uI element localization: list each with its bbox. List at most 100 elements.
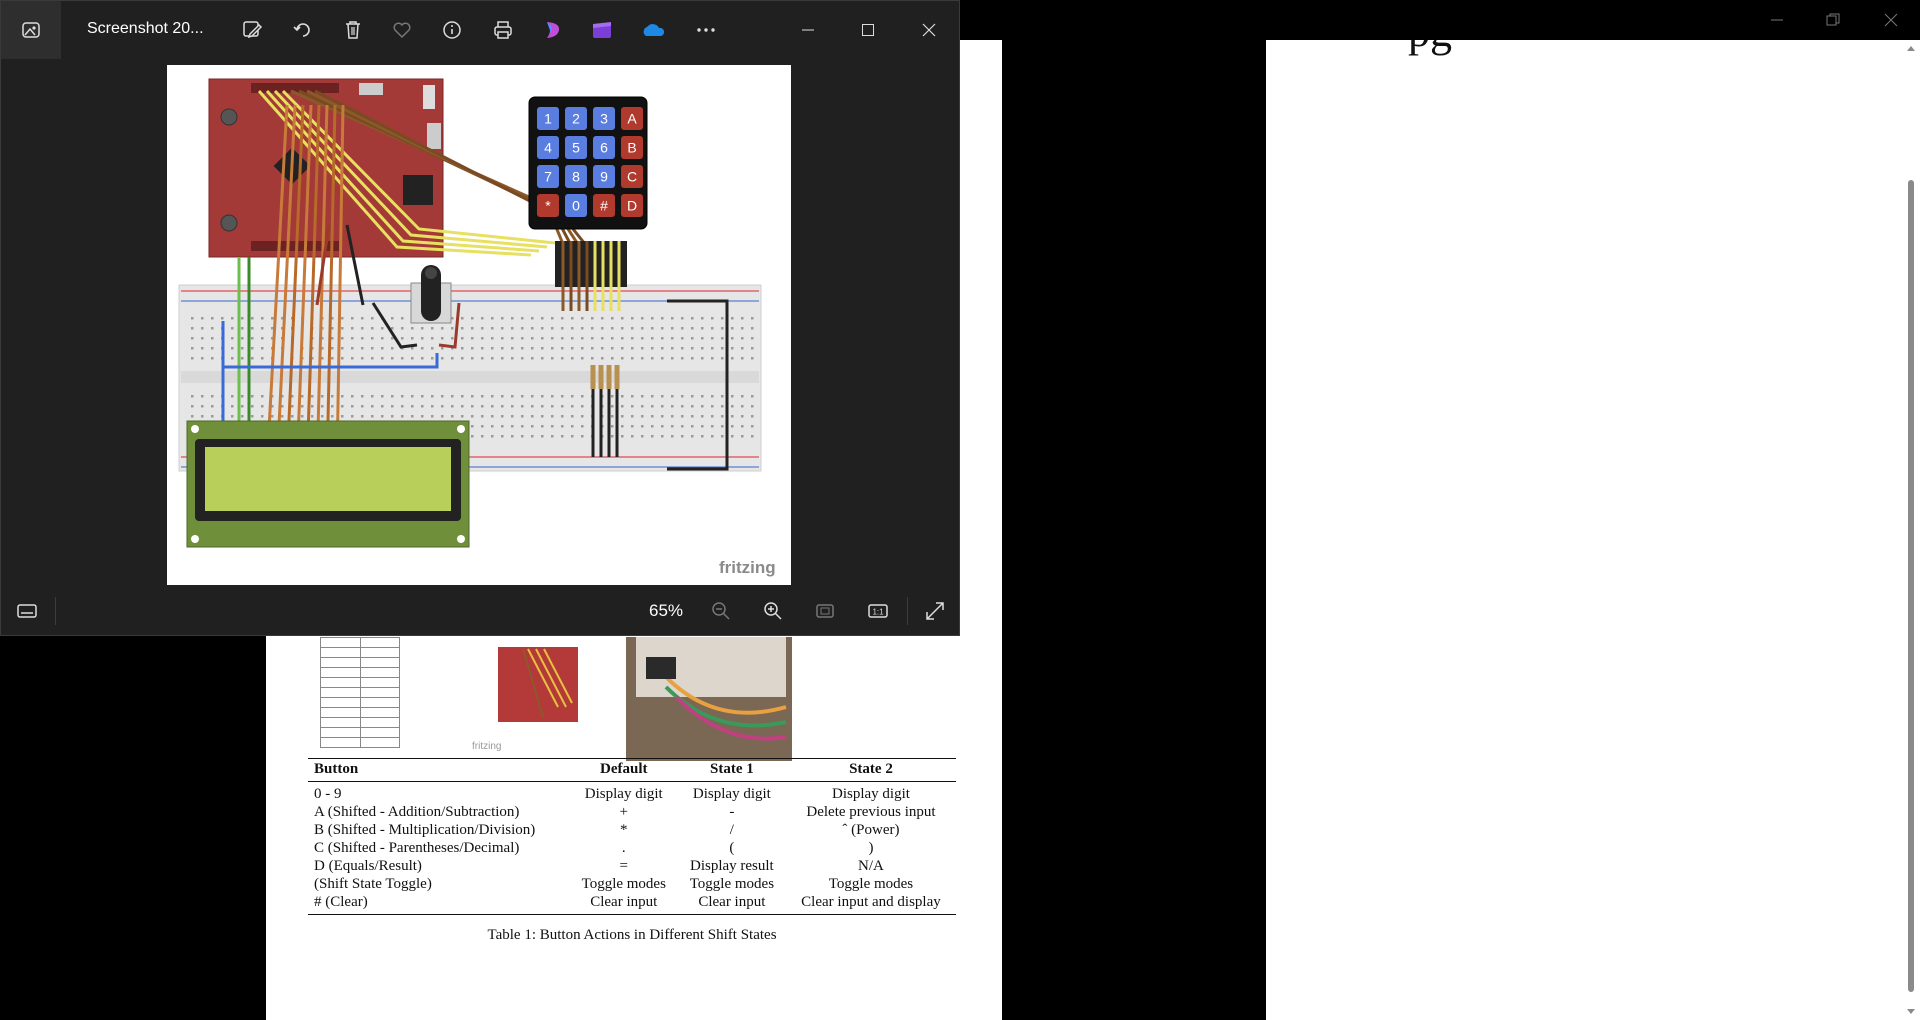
- edit-image-button[interactable]: [236, 14, 268, 46]
- photos-app-window: Screenshot 20... 1 2 3 A 4 5 6 B 7 8 9 C…: [0, 0, 960, 636]
- edit-icon: [243, 21, 263, 39]
- table-cell: # (Clear): [308, 893, 570, 915]
- table-cell: Clear input: [677, 893, 786, 915]
- table-cell: +: [619, 804, 628, 820]
- info-icon: [443, 21, 461, 39]
- delete-button[interactable]: [337, 14, 369, 46]
- maximize-icon: [862, 24, 874, 36]
- table-cell: N/A: [858, 858, 884, 874]
- keypad-key-label: 1: [544, 111, 552, 127]
- more-options-button[interactable]: [690, 14, 722, 46]
- table-header: Default: [569, 758, 678, 782]
- close-button[interactable]: [913, 14, 945, 46]
- table-caption: Table 1: Button Actions in Different Shi…: [487, 927, 777, 943]
- minimize-button[interactable]: [792, 14, 824, 46]
- delete-icon: [346, 21, 360, 39]
- displayed-image[interactable]: 1 2 3 A 4 5 6 B 7 8 9 C * 0 # D fritzing: [167, 65, 791, 585]
- bg-close-button[interactable]: [1874, 6, 1908, 34]
- table-cell: 0 - 9: [314, 786, 342, 802]
- table-header: State 2: [785, 758, 956, 782]
- table-row: (Shift State Toggle) Toggle modes Toggle…: [308, 875, 956, 893]
- circuit-thumbnail: fritzing: [468, 637, 608, 752]
- photos-app-icon[interactable]: [1, 1, 61, 59]
- fullscreen-button[interactable]: [919, 595, 951, 627]
- zoom-level[interactable]: 65%: [649, 601, 683, 621]
- keypad-key-label: A: [627, 111, 637, 127]
- favorite-button[interactable]: [386, 14, 418, 46]
- table-cell: *: [620, 822, 628, 838]
- print-button[interactable]: [487, 14, 519, 46]
- table-cell: =: [619, 858, 628, 874]
- keypad-key-label: #: [600, 198, 608, 214]
- keypad-key-label: 2: [572, 111, 580, 127]
- table-row: # (Clear) Clear input Clear input Clear …: [308, 893, 956, 915]
- keypad-key-label: *: [545, 198, 551, 214]
- keypad-key-label: 7: [544, 169, 552, 185]
- zoom-in-button[interactable]: [757, 595, 789, 627]
- onedrive-icon: [643, 24, 665, 36]
- bg-restore-button[interactable]: [1816, 6, 1850, 34]
- lcd-display: [186, 420, 470, 548]
- keypad-key-label: C: [627, 169, 637, 185]
- pin-mapping-thumbnail: [320, 637, 400, 759]
- right-document-pane: pg: [1266, 40, 1902, 1020]
- table-row: A (Shifted - Addition/Subtraction) + - D…: [308, 803, 956, 821]
- minimize-icon: [802, 29, 814, 31]
- table-cell: C (Shifted - Parentheses/Decimal): [314, 840, 520, 856]
- scroll-up-icon[interactable]: [1906, 44, 1916, 52]
- table-cell: Display digit: [692, 786, 771, 802]
- scroll-down-icon[interactable]: [1906, 1008, 1916, 1016]
- zoom-out-icon: [712, 602, 730, 620]
- keypad-key-label: D: [627, 198, 637, 214]
- clipchamp-button[interactable]: [537, 14, 569, 46]
- table-cell: Toggle modes: [828, 876, 914, 892]
- clipchamp-icon: [547, 22, 560, 38]
- keypad-key-label: 6: [600, 140, 608, 156]
- photos-bottombar: 65% 1:1: [1, 587, 959, 635]
- maximize-button[interactable]: [852, 14, 884, 46]
- rotate-button[interactable]: [287, 14, 319, 46]
- table-cell: /: [729, 822, 734, 838]
- breadboard-photo-thumbnail: [626, 637, 792, 761]
- zoom-out-button[interactable]: [705, 595, 737, 627]
- filmstrip-icon: [17, 604, 37, 618]
- info-button[interactable]: [436, 14, 468, 46]
- table-row: 0 - 9 Display digit Display digit Displa…: [308, 782, 956, 804]
- zoom-in-icon: [764, 602, 782, 620]
- table-cell: ˆ (Power): [842, 822, 900, 838]
- favorite-icon: [393, 22, 411, 39]
- table-header-row: Button Default State 1 State 2: [308, 758, 956, 782]
- gallery-icon: [22, 22, 40, 38]
- close-icon: [922, 23, 936, 37]
- divider: [55, 597, 56, 625]
- actual-size-icon: 1:1: [868, 604, 888, 618]
- onedrive-button[interactable]: [637, 14, 669, 46]
- keypad-key-label: 8: [572, 169, 580, 185]
- bg-minimize-button[interactable]: [1760, 6, 1794, 34]
- table-cell: Display digit: [832, 786, 910, 802]
- vertical-scrollbar[interactable]: [1902, 40, 1920, 1020]
- button-actions-table: Button Default State 1 State 2 0 - 9 Dis…: [308, 758, 956, 944]
- video-editor-button[interactable]: [586, 14, 618, 46]
- table-cell: Toggle modes: [581, 876, 666, 892]
- actual-size-button[interactable]: 1:1: [862, 595, 894, 627]
- table-cell: Display result: [689, 858, 774, 874]
- filmstrip-button[interactable]: [11, 595, 43, 627]
- table-cell: Delete previous input: [806, 804, 936, 820]
- table-row: D (Equals/Result) = Display result N/A: [308, 857, 956, 875]
- table-cell: (: [729, 840, 735, 856]
- table-row: C (Shifted - Parentheses/Decimal) . ( ): [308, 839, 956, 857]
- table-cell: D (Equals/Result): [314, 858, 422, 874]
- scroll-thumb[interactable]: [1908, 180, 1914, 992]
- table-header: State 1: [677, 758, 786, 782]
- fit-window-icon: [816, 604, 834, 618]
- fritzing-watermark: fritzing: [719, 558, 776, 577]
- video-editor-icon: [593, 22, 611, 38]
- photo-title: Screenshot 20...: [87, 20, 204, 37]
- keypad-key-label: B: [627, 140, 636, 156]
- fullscreen-icon: [926, 602, 944, 620]
- fit-to-window-button[interactable]: [809, 595, 841, 627]
- table-cell: B (Shifted - Multiplication/Division): [314, 822, 536, 838]
- keypad-key-label: 4: [544, 140, 552, 156]
- keypad-key-label: 5: [572, 140, 580, 156]
